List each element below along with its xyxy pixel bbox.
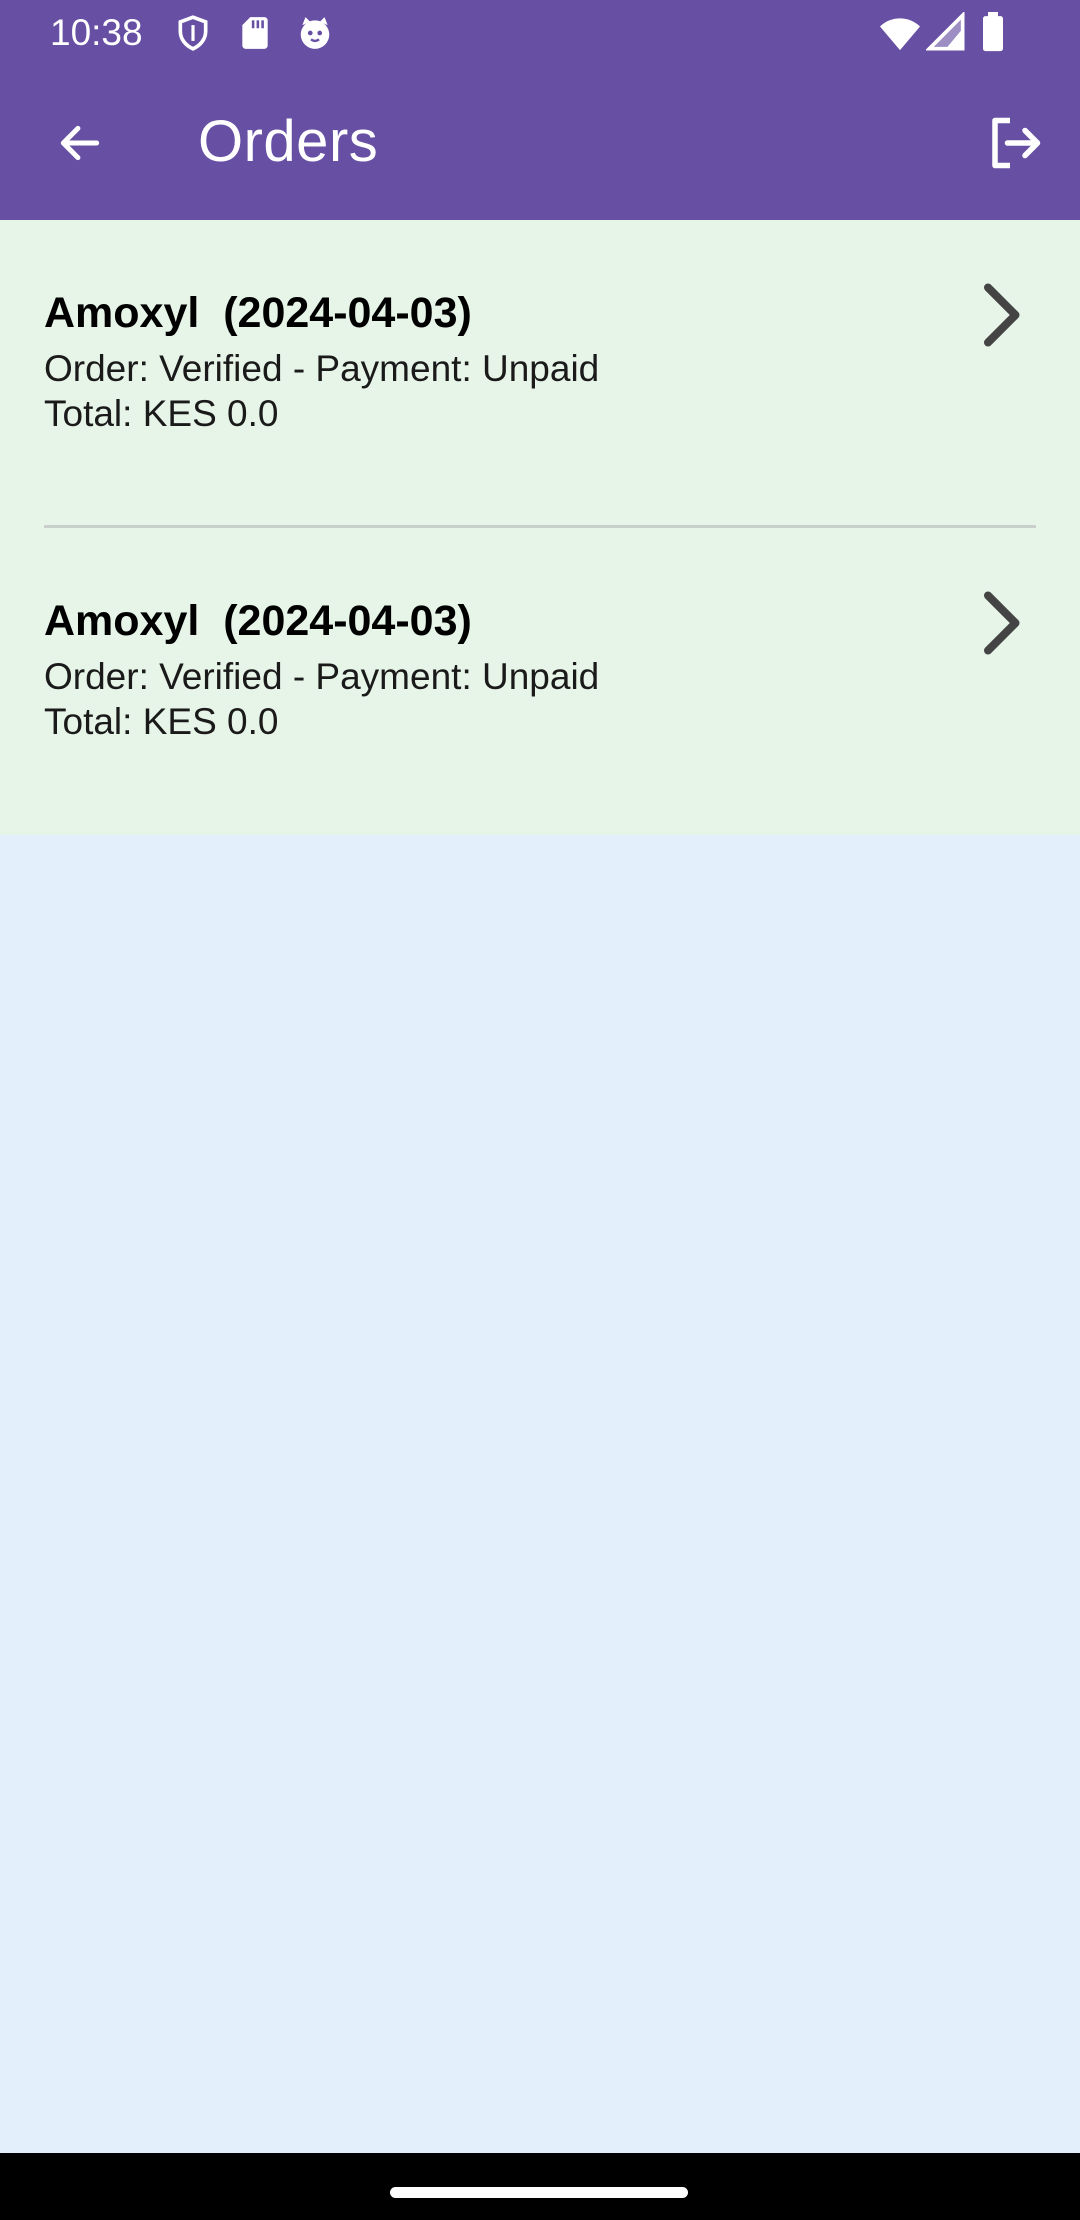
logout-icon — [992, 117, 1041, 169]
order-status: Order: Verified - Payment: Unpaid — [44, 348, 600, 389]
battery-icon — [983, 12, 1003, 52]
cat-face-icon — [300, 17, 330, 49]
page-title: Orders — [198, 109, 379, 174]
order-total: Total: KES 0.0 — [44, 701, 279, 742]
chevron-right-icon — [984, 591, 1020, 655]
chevron-right-icon — [984, 283, 1020, 347]
app-bar: Orders — [0, 66, 1080, 220]
status-bar: 10:38 — [0, 0, 1080, 66]
orders-list: Amoxyl (2024-04-03) Order: Verified - Pa… — [0, 220, 1080, 835]
order-title: Amoxyl (2024-04-03) — [44, 289, 472, 337]
arrow-left-icon — [60, 125, 100, 161]
order-title: Amoxyl (2024-04-03) — [44, 597, 472, 645]
home-gesture-handle[interactable] — [390, 2187, 688, 2198]
wifi-icon — [880, 18, 920, 51]
top-app-area: 10:38 Orders — [0, 0, 1080, 220]
shield-icon — [178, 15, 208, 51]
system-navigation-bar — [0, 2153, 1080, 2220]
order-list-item[interactable]: Amoxyl (2024-04-03) Order: Verified - Pa… — [0, 528, 1080, 834]
order-status: Order: Verified - Payment: Unpaid — [44, 656, 600, 697]
back-button[interactable] — [40, 103, 120, 183]
status-time: 10:38 — [50, 12, 143, 53]
cell-signal-icon — [926, 12, 965, 51]
logout-button[interactable] — [975, 103, 1055, 183]
sd-card-icon — [242, 17, 268, 49]
order-list-item[interactable]: Amoxyl (2024-04-03) Order: Verified - Pa… — [0, 220, 1080, 528]
order-total: Total: KES 0.0 — [44, 393, 279, 434]
